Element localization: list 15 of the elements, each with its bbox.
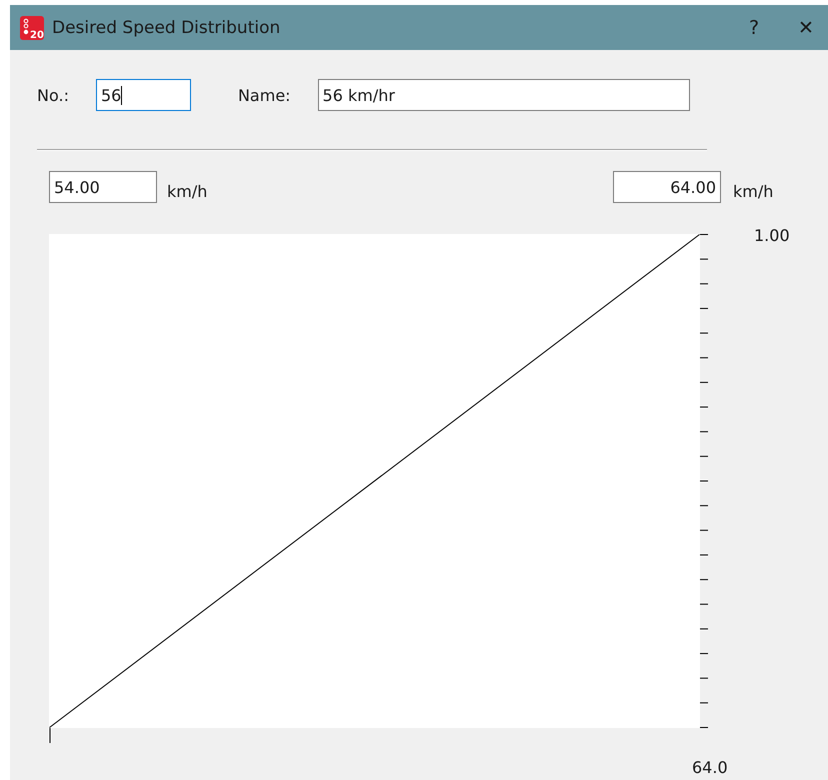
name-field[interactable]: 56 km/hr — [318, 79, 690, 111]
help-button[interactable]: ? — [724, 5, 784, 50]
max-speed-field[interactable]: 64.00 — [613, 171, 721, 203]
app-icon: 20 — [20, 16, 44, 40]
window-title: Desired Speed Distribution — [52, 18, 282, 38]
axis-max-label: 64.0 — [692, 758, 728, 777]
number-label: No.: — [37, 86, 69, 104]
unit-label: km/h — [733, 182, 774, 200]
axis-tick — [49, 728, 51, 743]
number-field[interactable]: 56 — [96, 79, 191, 111]
unit-label: km/h — [167, 182, 208, 200]
name-label: Name: — [238, 86, 291, 104]
min-speed-field[interactable]: 54.00 — [49, 171, 157, 203]
close-button[interactable]: ✕ — [784, 5, 828, 50]
axis-max-label: 1.00 — [754, 226, 790, 245]
